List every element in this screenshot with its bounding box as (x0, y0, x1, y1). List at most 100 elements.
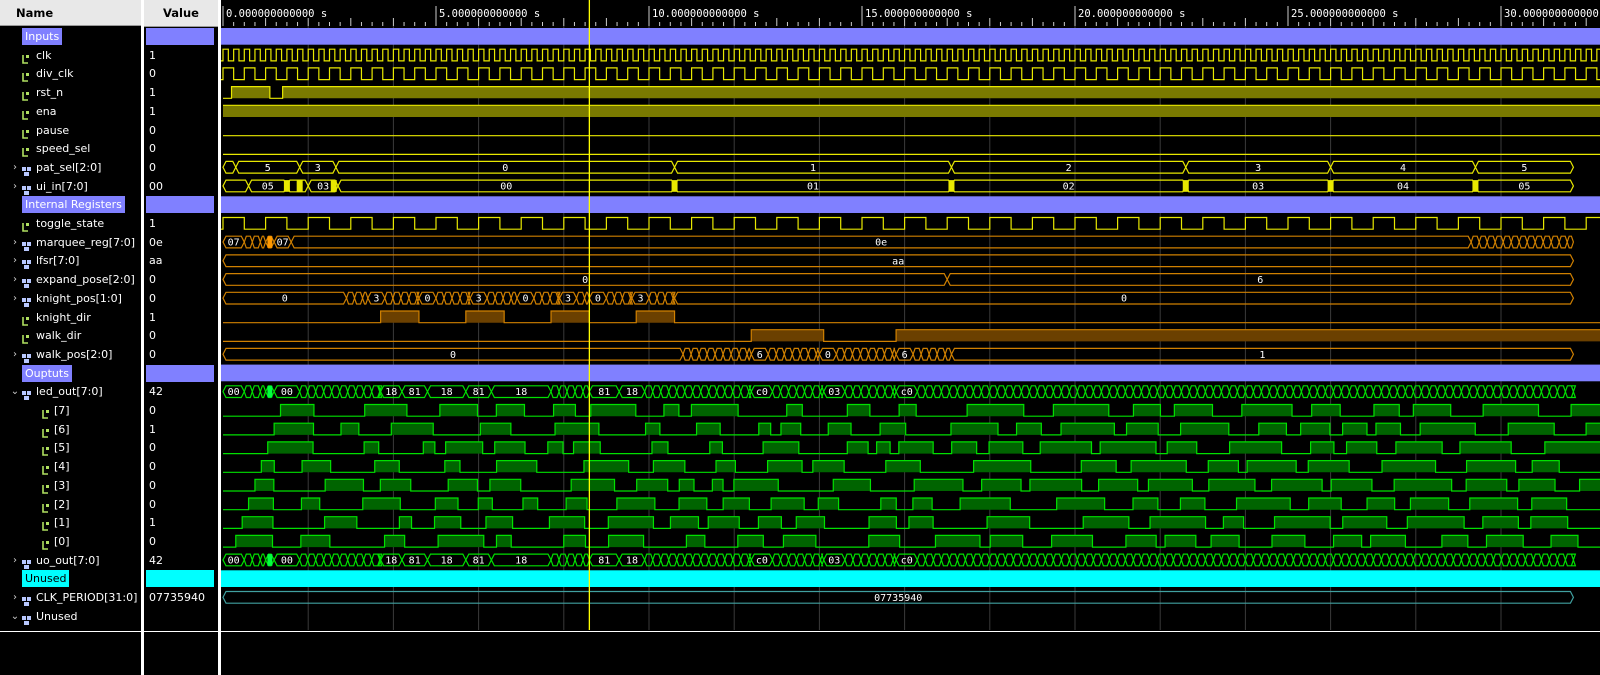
expand-chevron-icon[interactable]: › (10, 588, 20, 607)
signal-row-ouptuts[interactable]: Ouptuts (0, 364, 141, 383)
glitch-marker (671, 180, 678, 192)
glitch-marker (296, 180, 303, 192)
signal-row-rst-n[interactable]: rst_n (0, 83, 141, 102)
glitch-marker (283, 180, 290, 192)
expand-chevron-icon[interactable]: › (10, 251, 20, 270)
expand-chevron-icon[interactable]: › (10, 270, 20, 289)
signal-value-text: 0 (149, 347, 156, 361)
bus-value-label: 0 (424, 294, 430, 305)
value-column-header[interactable]: Value (144, 0, 218, 27)
bus-value-label: aa (892, 256, 904, 267)
signal-row-walk-dir[interactable]: walk_dir (0, 326, 141, 345)
signal-value: aa (144, 251, 218, 270)
expand-chevron-icon[interactable]: › (10, 345, 20, 364)
bus-value-label: 18 (515, 555, 527, 566)
bus-value-label: 81 (409, 387, 421, 398)
waveform-fill (235, 535, 1578, 548)
signal-value: 0 (144, 158, 218, 177)
signal-row-clk-period-31-0[interactable]: › CLK_PERIOD[31:0] (0, 588, 141, 607)
collapse-chevron-icon[interactable]: ⌄ (10, 382, 20, 401)
bus-transition (299, 553, 383, 567)
collapse-chevron-icon[interactable]: ⌄ (10, 607, 20, 626)
signal-value-text: aa (149, 254, 163, 268)
expand-chevron-icon[interactable]: › (10, 158, 20, 177)
ruler-label: 15.000000000000 s (865, 8, 972, 20)
bus-transition (1470, 235, 1575, 249)
waveform-fill (254, 479, 1600, 491)
expand-chevron-icon[interactable]: › (10, 233, 20, 252)
signal-row-toggle-state[interactable]: toggle_state (0, 214, 141, 233)
signal-name: rst_n (36, 86, 64, 100)
signal-value-text: 0 (149, 123, 156, 137)
signal-row-expand-pose-2-0[interactable]: › expand_pose[2:0] (0, 270, 141, 289)
signal-row--0[interactable]: [0] (0, 532, 141, 551)
signal-row-walk-pos-2-0[interactable]: › walk_pos[2:0] (0, 345, 141, 364)
name-column-header[interactable]: Name (0, 0, 141, 26)
signal-row-speed-sel[interactable]: speed_sel (0, 139, 141, 158)
signal-row-pause[interactable]: pause (0, 121, 141, 140)
signal-row--6[interactable]: [6] (0, 420, 141, 439)
signal-value-text: 0 (149, 291, 156, 305)
signal-value-text: 1 (149, 217, 156, 230)
bus-transition (771, 553, 825, 567)
signal-value-text: 42 (149, 553, 163, 567)
bus-value-label: 0 (282, 294, 288, 305)
glitch-marker (1327, 180, 1334, 192)
bus-value-label: 0 (502, 163, 508, 174)
signal-value-text: 1 (149, 104, 156, 118)
glitch-marker (948, 180, 955, 192)
bus-value-label: c0 (901, 387, 913, 398)
waveform-fill (261, 460, 1560, 473)
bus-value-label: 04 (1397, 181, 1409, 192)
signal-row-ena[interactable]: ena (0, 102, 141, 121)
waveform-div_clk (221, 67, 1600, 81)
signal-name: CLK_PERIOD[31:0] (36, 591, 138, 604)
waveform-area[interactable]: 0.000000000000 s 5.000000000000 s 10.00000… (221, 0, 1600, 675)
signal-name: pause (36, 123, 70, 137)
signal-row-knight-dir[interactable]: knight_dir (0, 308, 141, 327)
bus-value-label: 03 (317, 181, 329, 192)
bus-segment (222, 160, 237, 174)
bus-value-label: 0e (875, 238, 887, 249)
bus-value-label: 81 (598, 387, 610, 398)
signal-row-clk[interactable]: clk (0, 46, 141, 65)
signal-row-inputs[interactable]: Inputs (0, 27, 141, 46)
signal-row-unused[interactable]: ⌄ Unused (0, 607, 141, 626)
waveform-canvas[interactable]: 0.000000000000 s 5.000000000000 s 10.00000… (221, 0, 1600, 675)
signal-row--1[interactable]: [1] (0, 513, 141, 532)
signal-row-unused[interactable]: Unused (0, 569, 141, 588)
group-value-swatch (146, 364, 214, 382)
signal-row-div-clk[interactable]: div_clk (0, 64, 141, 83)
signal-row-uo-out-7-0[interactable]: › uo_out[7:0] (0, 551, 141, 570)
bus-value-label: c0 (756, 555, 768, 566)
signal-row--7[interactable]: [7] (0, 401, 141, 420)
signal-row-knight-pos-1-0[interactable]: › knight_pos[1:0] (0, 289, 141, 308)
signal-name: knight_dir (36, 310, 91, 324)
signal-row-lfsr-7-0[interactable]: › lfsr[7:0] (0, 251, 141, 270)
bus-value-label: 18 (515, 387, 527, 398)
bus-value-label: 05 (1518, 181, 1530, 192)
signal-row-pat-sel-2-0[interactable]: › pat_sel[2:0] (0, 158, 141, 177)
signal-row-marquee-reg-7-0[interactable]: › marquee_reg[7:0] (0, 233, 141, 252)
signal-row--3[interactable]: [3] (0, 476, 141, 495)
signal-value: 07735940 (144, 588, 218, 607)
signal-row-ui-in-7-0[interactable]: › ui_in[7:0] (0, 177, 141, 196)
group-value-swatch (146, 28, 214, 45)
signal-name: [4] (54, 460, 70, 474)
signal-row--2[interactable]: [2] (0, 495, 141, 514)
waveform-[3] (223, 478, 1600, 492)
signal-row--5[interactable]: [5] (0, 438, 141, 457)
signal-value (144, 569, 218, 588)
bus-value-label: 81 (473, 555, 485, 566)
expand-chevron-icon[interactable]: › (10, 177, 20, 196)
signal-row-internal-registers[interactable]: Internal Registers (0, 195, 141, 214)
signal-value (144, 364, 218, 383)
bus-value-label: 00 (281, 555, 293, 566)
bus-value-label: 18 (441, 387, 453, 398)
bus-value-label: 3 (476, 294, 482, 305)
expand-chevron-icon[interactable]: › (10, 289, 20, 308)
signal-row-led-out-7-0[interactable]: ⌄ led_out[7:0] (0, 382, 141, 401)
expand-chevron-icon[interactable]: › (10, 551, 20, 570)
value-column: Value 1 0 1 1 0 0 0 00 1 0e aa 0 0 1 0 0 42 0 1 0 0 0 0 1 0 42 077… (144, 0, 218, 675)
signal-row--4[interactable]: [4] (0, 457, 141, 476)
